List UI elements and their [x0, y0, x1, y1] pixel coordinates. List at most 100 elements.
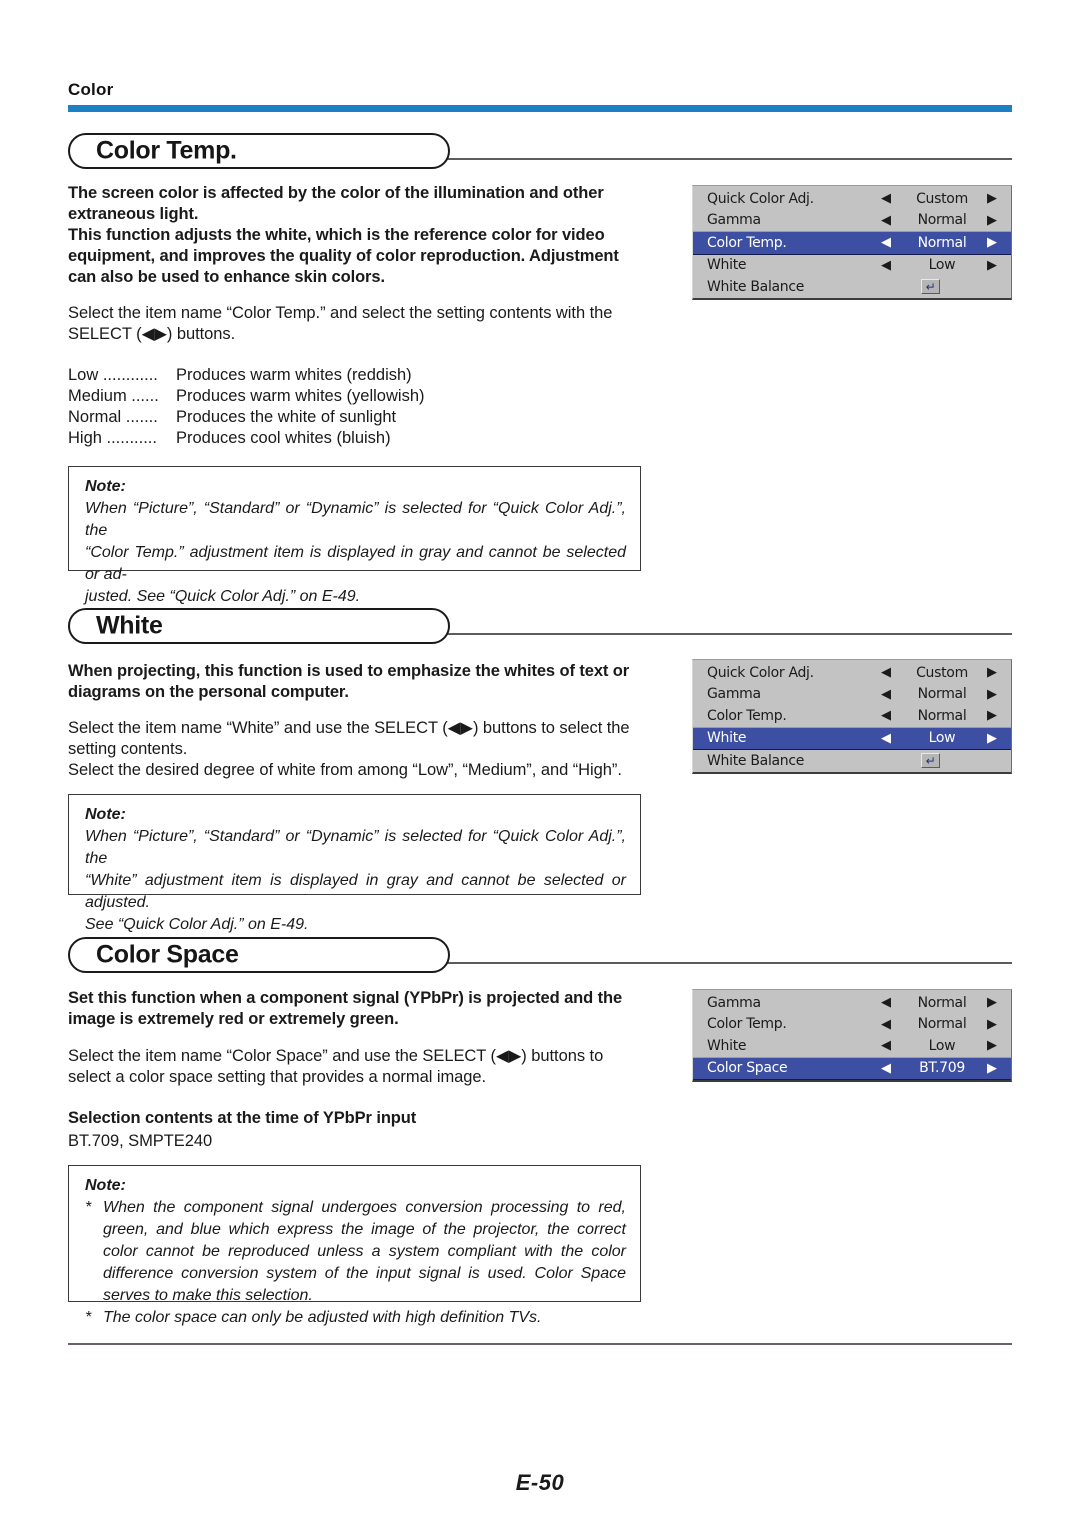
definition-desc: Produces cool whites (bluish)	[176, 429, 391, 447]
definition-term: Normal .......	[68, 408, 158, 426]
arrow-left-icon[interactable]: ◀	[881, 1062, 891, 1075]
page-number: E-50	[515, 1470, 565, 1495]
note-line: “White” adjustment item is displayed in …	[85, 872, 626, 911]
osd-row[interactable]: Gamma ◀ Normal ▶	[693, 992, 1011, 1014]
bullet-marker: *	[85, 1199, 92, 1216]
osd-row[interactable]: Color Temp. ◀ Normal ▶	[693, 705, 1011, 727]
osd-row-label: Gamma	[707, 994, 761, 1011]
color-space-instruction: Select the item name “Color Space” and u…	[68, 1047, 604, 1086]
arrow-left-icon[interactable]: ◀	[881, 688, 891, 701]
manual-page: Color Color Temp. The screen color is af…	[0, 0, 1080, 1526]
arrow-right-icon[interactable]: ▶	[987, 259, 997, 272]
definition-row: High ........... Produces cool whites (b…	[68, 428, 425, 449]
osd-row-label: Color Temp.	[707, 707, 787, 724]
bullet-text: When the component signal undergoes conv…	[103, 1199, 626, 1304]
bullet-text: The color space can only be adjusted wit…	[103, 1309, 542, 1326]
arrow-right-icon[interactable]: ▶	[987, 1018, 997, 1031]
arrow-left-icon[interactable]: ◀	[881, 732, 891, 745]
note-line: See “Quick Color Adj.” on E-49.	[85, 916, 309, 933]
osd-menu-white[interactable]: Quick Color Adj. ◀ Custom ▶ Gamma ◀ Norm…	[692, 659, 1012, 774]
osd-row-selected[interactable]: Color Temp. ◀ Normal ▶	[693, 231, 1011, 255]
arrow-right-icon[interactable]: ▶	[987, 732, 997, 745]
osd-row[interactable]: Gamma ◀ Normal ▶	[693, 210, 1011, 232]
osd-row[interactable]: Gamma ◀ Normal ▶	[693, 684, 1011, 706]
osd-row[interactable]: White ◀ Low ▶	[693, 1035, 1011, 1057]
heading-rule	[438, 633, 1012, 635]
section-heading-color-space: Color Space	[68, 937, 1012, 973]
osd-row-label: White	[707, 730, 747, 747]
arrow-left-icon[interactable]: ◀	[881, 1018, 891, 1031]
osd-row[interactable]: Color Temp. ◀ Normal ▶	[693, 1014, 1011, 1036]
arrow-left-icon[interactable]: ◀	[881, 996, 891, 1009]
selection-contents-heading: Selection contents at the time of YPbPr …	[68, 1109, 417, 1127]
note-box-white: Note: When “Picture”, “Standard” or “Dyn…	[68, 794, 641, 933]
arrow-left-icon[interactable]: ◀	[881, 236, 891, 249]
heading-rule	[438, 962, 1012, 964]
osd-row[interactable]: Quick Color Adj. ◀ Custom ▶	[693, 188, 1011, 210]
osd-row-label: Color Space	[707, 1060, 788, 1077]
osd-row-value: Normal	[917, 994, 967, 1011]
definition-desc: Produces warm whites (yellowish)	[176, 387, 425, 405]
osd-menu-color-temp[interactable]: Quick Color Adj. ◀ Custom ▶ Gamma ◀ Norm…	[692, 185, 1012, 300]
osd-row[interactable]: White Balance ↵	[693, 276, 1011, 298]
definition-term: Medium ......	[68, 387, 159, 405]
osd-row-label: Color Temp.	[707, 234, 787, 251]
osd-row-value: Custom	[916, 664, 968, 681]
note-label: Note:	[85, 1177, 126, 1194]
enter-icon[interactable]: ↵	[921, 753, 940, 769]
section-title: Color Temp.	[96, 136, 237, 165]
arrow-right-icon[interactable]: ▶	[987, 688, 997, 701]
arrow-right-icon[interactable]: ▶	[987, 1039, 997, 1052]
arrow-right-icon[interactable]: ▶	[987, 236, 997, 249]
arrow-left-icon[interactable]: ◀	[881, 666, 891, 679]
definition-row: Normal ....... Produces the white of sun…	[68, 407, 425, 428]
definition-row: Medium ...... Produces warm whites (yell…	[68, 386, 425, 407]
running-head: Color	[68, 80, 114, 99]
arrow-left-icon[interactable]: ◀	[881, 709, 891, 722]
osd-row[interactable]: Quick Color Adj. ◀ Custom ▶	[693, 662, 1011, 684]
arrow-left-icon[interactable]: ◀	[881, 192, 891, 205]
color-temp-definition-list: Low ............ Produces warm whites (r…	[68, 365, 425, 449]
color-temp-instruction: Select the item name “Color Temp.” and s…	[68, 304, 613, 343]
section-heading-color-temp: Color Temp.	[68, 133, 1012, 169]
arrow-left-icon[interactable]: ◀	[881, 214, 891, 227]
osd-row-label: White Balance	[707, 752, 805, 769]
footer-rule	[68, 1343, 1012, 1345]
heading-pill: Color Space	[68, 937, 450, 973]
osd-row-label: Gamma	[707, 686, 761, 703]
heading-pill: White	[68, 608, 450, 644]
selection-contents-values: BT.709, SMPTE240	[68, 1132, 213, 1150]
arrow-right-icon[interactable]: ▶	[987, 666, 997, 679]
osd-menu-color-space[interactable]: Gamma ◀ Normal ▶ Color Temp. ◀ Normal ▶ …	[692, 989, 1012, 1082]
definition-desc: Produces the white of sunlight	[176, 408, 397, 426]
enter-icon[interactable]: ↵	[921, 279, 940, 295]
note-bullet: * When the component signal undergoes co…	[85, 1197, 626, 1307]
osd-row-label: White	[707, 1037, 747, 1054]
note-line: When “Picture”, “Standard” or “Dynamic” …	[85, 828, 626, 867]
section-heading-white: White	[68, 608, 1012, 644]
heading-rule	[438, 158, 1012, 160]
arrow-right-icon[interactable]: ▶	[987, 214, 997, 227]
arrow-left-icon[interactable]: ◀	[881, 1039, 891, 1052]
osd-row-value: BT.709	[919, 1060, 965, 1077]
bullet-marker: *	[85, 1309, 92, 1326]
osd-row-value: Normal	[917, 234, 967, 251]
osd-row[interactable]: White Balance ↵	[693, 750, 1011, 772]
osd-row-value: Low	[928, 730, 956, 747]
arrow-right-icon[interactable]: ▶	[987, 192, 997, 205]
osd-row-selected[interactable]: Color Space ◀ BT.709 ▶	[693, 1056, 1011, 1080]
osd-row[interactable]: White ◀ Low ▶	[693, 255, 1011, 277]
note-label: Note:	[85, 478, 126, 495]
note-bullet: * The color space can only be adjusted w…	[85, 1307, 626, 1329]
arrow-left-icon[interactable]: ◀	[881, 259, 891, 272]
osd-row-value: Low	[928, 257, 956, 274]
arrow-right-icon[interactable]: ▶	[987, 1062, 997, 1075]
osd-row-label: White	[707, 257, 747, 274]
arrow-right-icon[interactable]: ▶	[987, 996, 997, 1009]
osd-row-selected[interactable]: White ◀ Low ▶	[693, 726, 1011, 750]
osd-row-label: Quick Color Adj.	[707, 190, 814, 207]
osd-row-value: Normal	[917, 707, 967, 724]
arrow-right-icon[interactable]: ▶	[987, 709, 997, 722]
white-instruction: Select the item name “White” and use the…	[68, 719, 630, 779]
osd-row-label: Quick Color Adj.	[707, 664, 814, 681]
